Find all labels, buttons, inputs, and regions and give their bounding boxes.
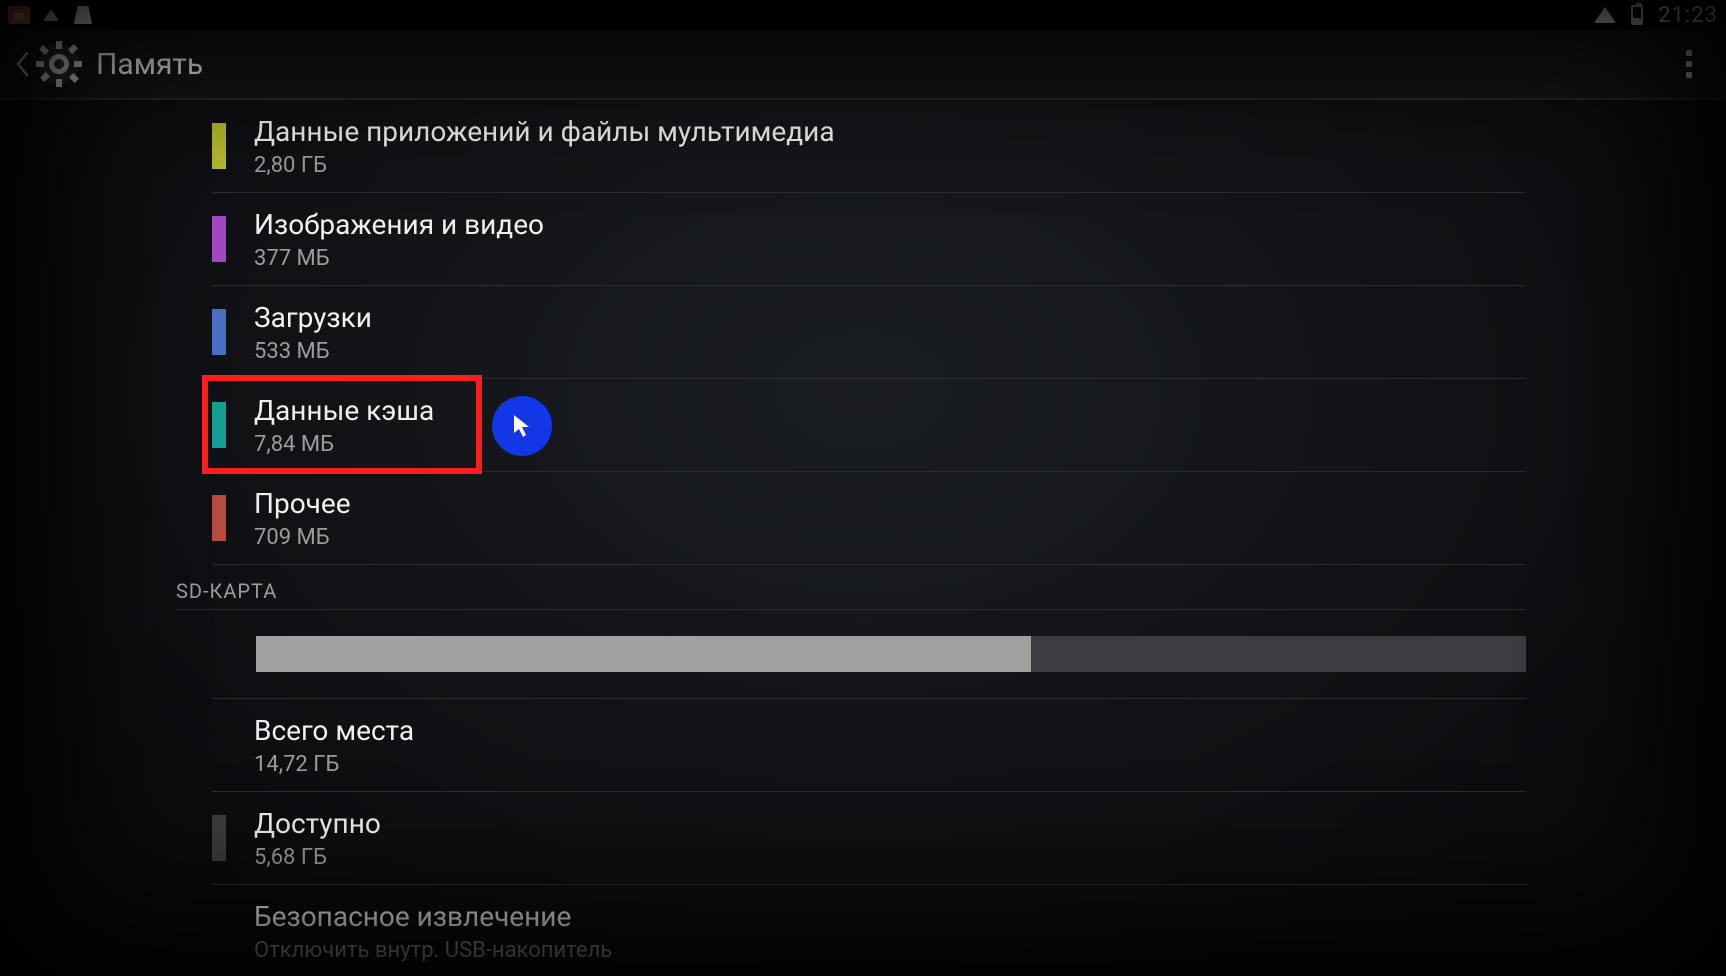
row-size: 377 МБ: [254, 246, 544, 271]
row-sub: Отключить внутр. USB-накопитель: [254, 938, 612, 963]
sd-eject-row[interactable]: Безопасное извлечение Отключить внутр. U…: [212, 885, 1526, 976]
row-title: Всего места: [254, 713, 414, 748]
storage-row-other[interactable]: Прочее 709 МБ: [212, 472, 1526, 565]
shopping-bag-icon: [72, 4, 94, 26]
row-title: Данные приложений и файлы мультимедиа: [254, 114, 835, 149]
storage-row-apps[interactable]: Данные приложений и файлы мультимедиа 2,…: [212, 100, 1526, 193]
color-swatch: [212, 309, 226, 355]
sd-available-row[interactable]: Доступно 5,68 ГБ: [212, 792, 1526, 885]
sd-usage-bar[interactable]: [212, 610, 1526, 699]
row-title: Безопасное извлечение: [254, 899, 612, 934]
row-title: Изображения и видео: [254, 207, 544, 242]
battery-icon: [1626, 4, 1648, 26]
row-title: Загрузки: [254, 300, 372, 335]
storage-row-downloads[interactable]: Загрузки 533 МБ: [212, 286, 1526, 379]
color-swatch: [212, 123, 226, 169]
wifi-signal-icon: [1594, 4, 1616, 26]
miui-icon: m: [8, 4, 30, 26]
row-title: Доступно: [254, 806, 381, 841]
color-swatch: [212, 216, 226, 262]
row-size: 709 МБ: [254, 525, 351, 550]
color-swatch: [212, 402, 226, 448]
app-bar: Память: [0, 30, 1726, 100]
row-size: 14,72 ГБ: [254, 752, 414, 777]
storage-row-cache[interactable]: Данные кэша 7,84 МБ: [212, 379, 1526, 472]
row-title: Данные кэша: [254, 393, 434, 428]
status-clock: 21:23: [1658, 3, 1718, 28]
content: Данные приложений и файлы мультимедиа 2,…: [0, 100, 1726, 976]
row-size: 2,80 ГБ: [254, 153, 835, 178]
color-swatch: [212, 815, 226, 861]
row-size: 533 МБ: [254, 339, 372, 364]
status-bar: m 21:23: [0, 0, 1726, 30]
page-title: Память: [96, 47, 203, 82]
row-title: Прочее: [254, 486, 351, 521]
color-swatch: [212, 722, 226, 768]
row-size: 7,84 МБ: [254, 432, 434, 457]
color-swatch: [212, 908, 226, 954]
overflow-menu-icon[interactable]: [1674, 30, 1704, 98]
sd-card-header: SD-КАРТА: [176, 565, 1526, 610]
row-size: 5,68 ГБ: [254, 845, 381, 870]
back-icon[interactable]: [14, 50, 30, 78]
wifi-icon: [40, 4, 62, 26]
settings-gear-icon: [36, 41, 82, 87]
color-swatch: [212, 495, 226, 541]
sd-usage-fill: [256, 636, 1031, 672]
sd-total-row[interactable]: Всего места 14,72 ГБ: [212, 699, 1526, 792]
annotation-cursor-icon: [492, 396, 552, 456]
storage-row-images[interactable]: Изображения и видео 377 МБ: [212, 193, 1526, 286]
